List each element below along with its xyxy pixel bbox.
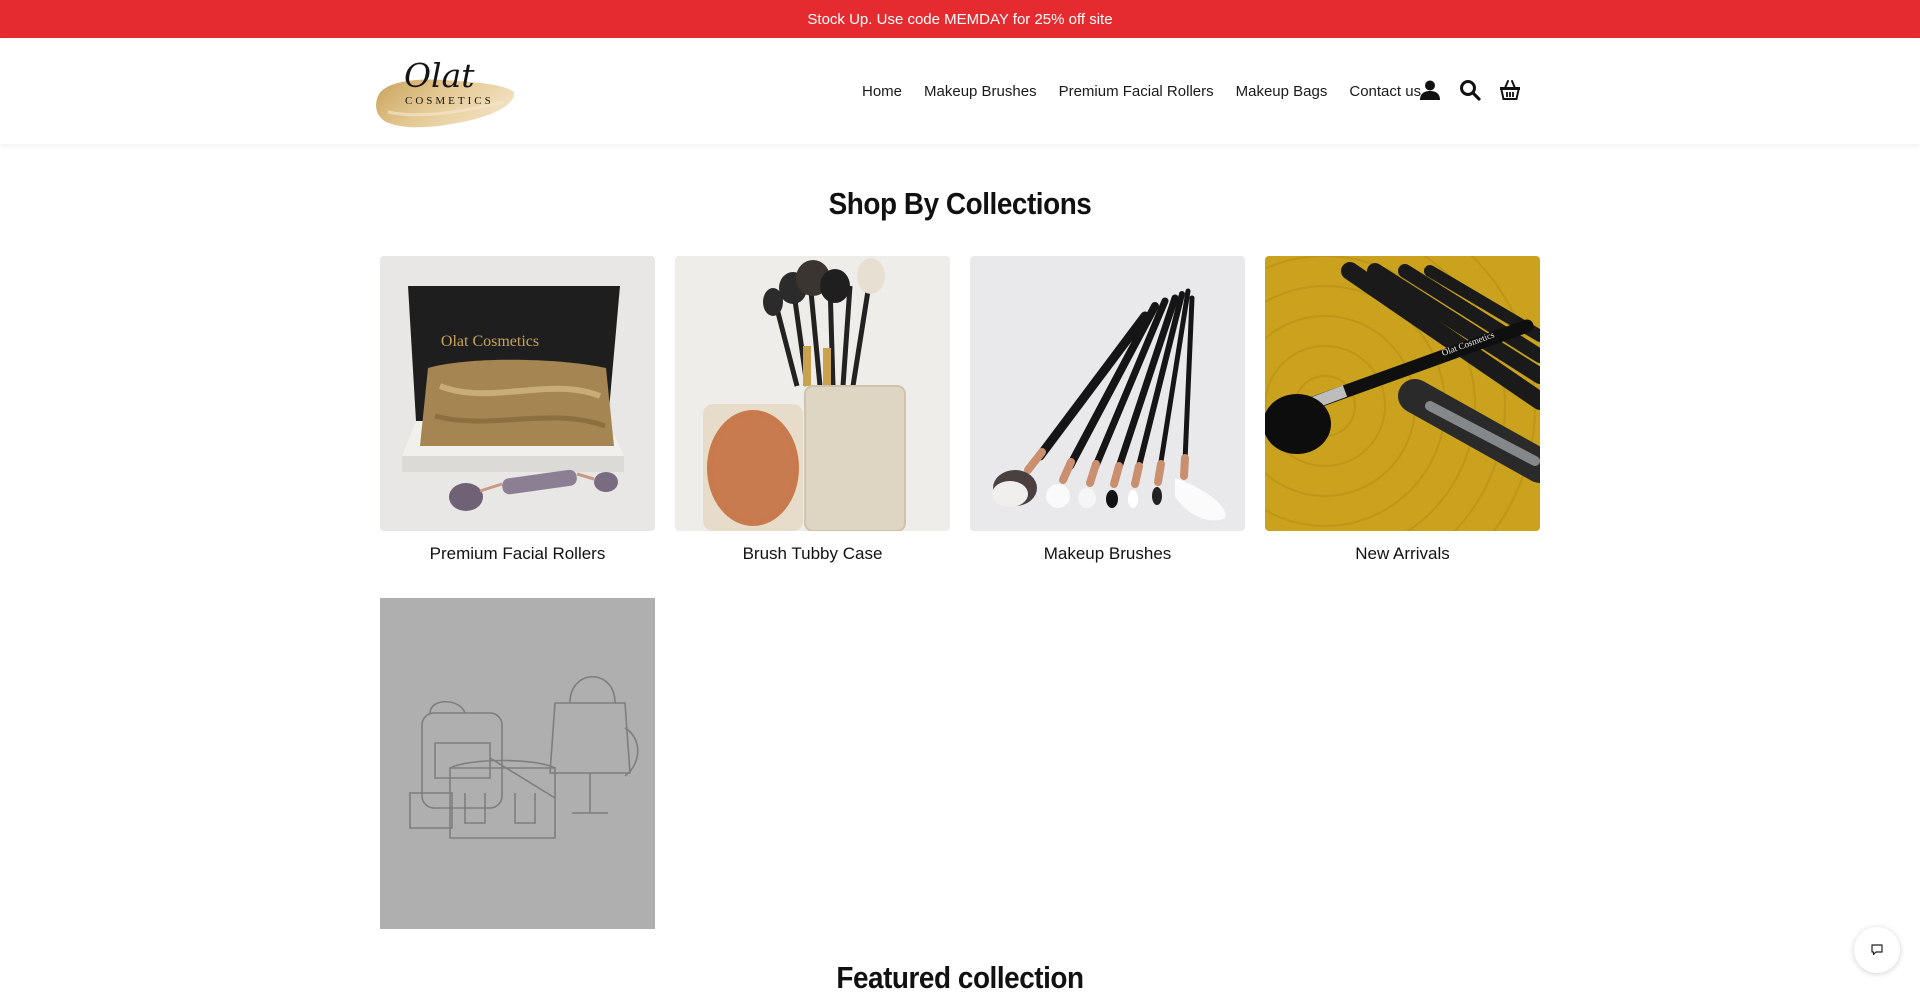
cart-basket-icon[interactable] (1498, 78, 1522, 102)
chat-button[interactable] (1854, 927, 1900, 973)
collection-label: New Arrivals (1355, 544, 1450, 563)
announcement-text: Stock Up. Use code MEMDAY for 25% off si… (807, 10, 1113, 28)
chat-bubble-icon (1871, 944, 1883, 956)
collections-title: Shop By Collections (828, 186, 1092, 221)
nav-home[interactable]: Home (862, 83, 902, 100)
announcement-bar: Stock Up. Use code MEMDAY for 25% off si… (0, 0, 1920, 38)
collection-card-brush-tubby-case[interactable]: Brush Tubby Case (675, 256, 950, 564)
collection-card-makeup-brushes[interactable]: Makeup Brushes (970, 256, 1245, 564)
collection-card-new-arrivals[interactable]: Olat Cosmetics New Arrivals (1265, 256, 1540, 564)
nav-contact-us[interactable]: Contact us (1349, 83, 1421, 100)
header-icons (1418, 78, 1538, 102)
bags-illustration-icon (409, 676, 639, 839)
nav-makeup-brushes[interactable]: Makeup Brushes (924, 83, 1037, 100)
collection-image (675, 256, 950, 531)
collection-card-premium-facial-rollers[interactable]: Olat Cosmetics Premium Facial Rollers (380, 256, 655, 564)
account-icon[interactable] (1418, 78, 1442, 102)
collection-label: Brush Tubby Case (742, 544, 883, 563)
collection-image: Olat Cosmetics (1265, 256, 1540, 531)
collection-image (970, 256, 1245, 531)
logo-subtitle: COSMETICS (405, 95, 494, 107)
collection-label: Premium Facial Rollers (429, 544, 606, 563)
nav-makeup-bags[interactable]: Makeup Bags (1236, 83, 1328, 100)
image-brand-text: Olat Cosmetics (441, 333, 539, 350)
nav-premium-facial-rollers[interactable]: Premium Facial Rollers (1059, 83, 1214, 100)
logo-script: Olat (404, 56, 475, 95)
featured-collection-title: Featured collection (836, 960, 1084, 993)
collection-label: Makeup Brushes (1043, 544, 1172, 563)
collection-image: Olat Cosmetics (380, 256, 655, 531)
logo[interactable]: Olat COSMETICS (374, 52, 516, 132)
search-icon[interactable] (1458, 78, 1482, 102)
site-header: Olat COSMETICS Home Makeup Brushes Premi… (0, 38, 1920, 144)
collection-placeholder-card[interactable] (380, 598, 655, 929)
main-nav: Home Makeup Brushes Premium Facial Rolle… (862, 38, 1443, 144)
